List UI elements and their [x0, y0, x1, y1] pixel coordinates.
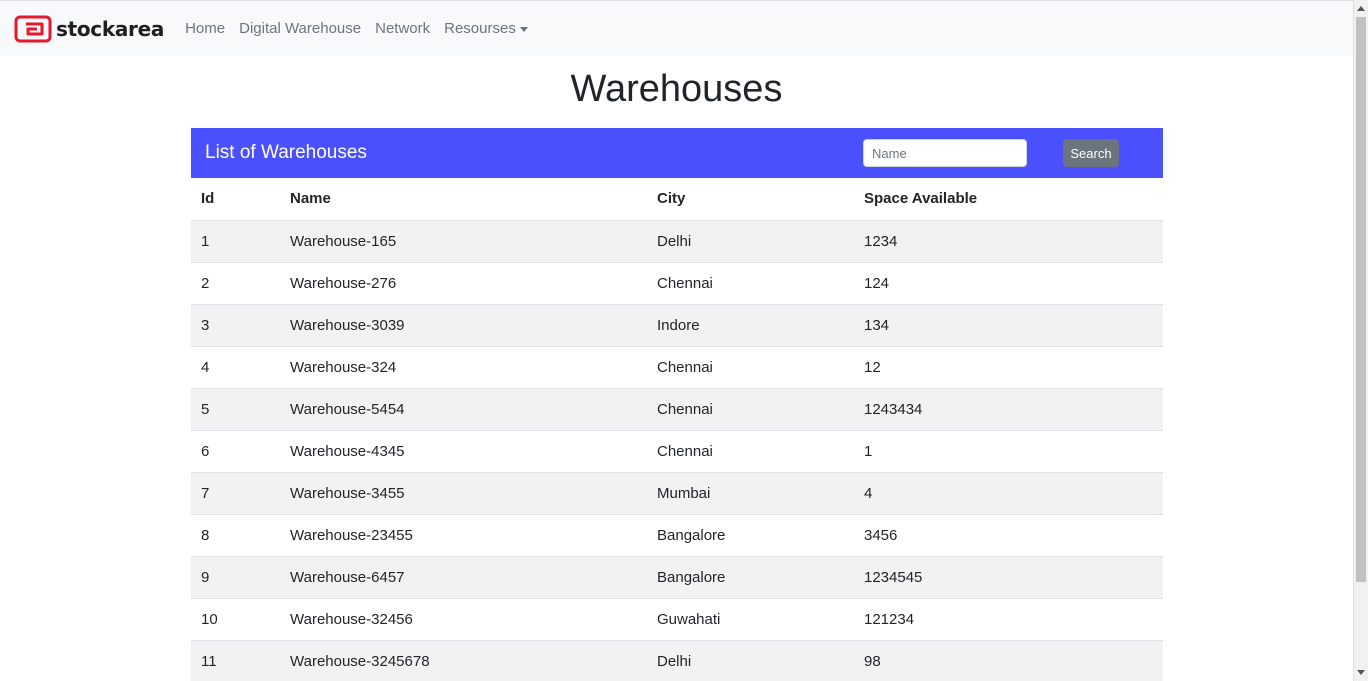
scroll-up-arrow-icon[interactable] — [1357, 6, 1365, 11]
table-row: 8 Warehouse-23455 Bangalore 3456 — [191, 513, 1163, 556]
cell-id: 8 — [191, 513, 280, 556]
cell-id: 2 — [191, 261, 280, 304]
table-body: 1 Warehouse-165 Delhi 1234 2 Warehouse-276 Che… — [191, 219, 1163, 681]
nav-resources-label: Resourses — [444, 20, 516, 37]
table-row: 9 Warehouse-6457 Bangalore 1234545 — [191, 555, 1163, 598]
cell-id: 10 — [191, 597, 280, 640]
card-header: List of Warehouses Search — [191, 128, 1163, 178]
cell-name: Warehouse-276 — [280, 261, 647, 304]
cell-id: 4 — [191, 345, 280, 388]
cell-space: 4 — [854, 471, 1163, 514]
cell-name: Warehouse-5454 — [280, 387, 647, 430]
cell-space: 98 — [854, 639, 1163, 681]
cell-city: Delhi — [647, 639, 854, 681]
table-row: 5 Warehouse-5454 Chennai 1243434 — [191, 387, 1163, 430]
brand-name: stockarea — [56, 16, 165, 41]
cell-id: 7 — [191, 471, 280, 514]
card-title: List of Warehouses — [205, 142, 367, 163]
cell-id: 3 — [191, 303, 280, 346]
cell-space: 121234 — [854, 597, 1163, 640]
page-title: Warehouses — [570, 68, 783, 110]
nav-digital-warehouse-link[interactable]: Digital Warehouse — [232, 20, 368, 37]
nav-home-link[interactable]: Home — [178, 20, 232, 37]
cell-id: 5 — [191, 387, 280, 430]
search-button[interactable]: Search — [1063, 139, 1119, 167]
cell-city: Mumbai — [647, 471, 854, 514]
cell-city: Chennai — [647, 261, 854, 304]
cell-name: Warehouse-23455 — [280, 513, 647, 556]
search-name-input[interactable] — [863, 139, 1027, 167]
cell-space: 134 — [854, 303, 1163, 346]
cell-city: Chennai — [647, 429, 854, 472]
nav-resources-dropdown[interactable]: Resourses — [437, 20, 535, 37]
table-row: 4 Warehouse-324 Chennai 12 — [191, 345, 1163, 388]
cell-name: Warehouse-6457 — [280, 555, 647, 598]
cell-city: Bangalore — [647, 555, 854, 598]
stockarea-logo-icon — [14, 15, 52, 42]
nav-links: Home Digital Warehouse Network Resourses — [178, 20, 535, 37]
brand-link[interactable]: stockarea — [14, 14, 164, 44]
cell-space: 12 — [854, 345, 1163, 388]
table-header-row: Id Name City Space Available — [191, 178, 1163, 220]
top-navbar: stockarea Home Digital Warehouse Network… — [0, 0, 1353, 56]
cell-id: 1 — [191, 219, 280, 262]
column-header-name: Name — [290, 190, 331, 208]
scroll-down-arrow-icon[interactable] — [1357, 670, 1365, 675]
table-row: 6 Warehouse-4345 Chennai 1 — [191, 429, 1163, 472]
cell-city: Delhi — [647, 219, 854, 262]
cell-space: 1 — [854, 429, 1163, 472]
cell-space: 1243434 — [854, 387, 1163, 430]
column-header-space: Space Available — [864, 190, 978, 208]
scrollbar-thumb[interactable] — [1356, 17, 1366, 582]
cell-name: Warehouse-165 — [280, 219, 647, 262]
table-row: 11 Warehouse-3245678 Delhi 98 — [191, 639, 1163, 681]
warehouse-card: List of Warehouses Search Id Name City S… — [191, 128, 1163, 681]
table-row: 2 Warehouse-276 Chennai 124 — [191, 261, 1163, 304]
cell-name: Warehouse-3455 — [280, 471, 647, 514]
cell-space: 124 — [854, 261, 1163, 304]
table-row: 10 Warehouse-32456 Guwahati 121234 — [191, 597, 1163, 640]
cell-space: 1234545 — [854, 555, 1163, 598]
cell-city: Chennai — [647, 345, 854, 388]
cell-city: Chennai — [647, 387, 854, 430]
cell-name: Warehouse-324 — [280, 345, 647, 388]
caret-down-icon — [519, 27, 528, 32]
cell-id: 6 — [191, 429, 280, 472]
cell-name: Warehouse-4345 — [280, 429, 647, 472]
cell-city: Bangalore — [647, 513, 854, 556]
cell-name: Warehouse-32456 — [280, 597, 647, 640]
warehouse-table: Id Name City Space Available 1 Warehouse-… — [191, 178, 1163, 681]
cell-id: 9 — [191, 555, 280, 598]
cell-id: 11 — [191, 639, 280, 681]
table-row: 1 Warehouse-165 Delhi 1234 — [191, 219, 1163, 262]
cell-city: Indore — [647, 303, 854, 346]
cell-name: Warehouse-3039 — [280, 303, 647, 346]
vertical-scrollbar[interactable] — [1353, 0, 1368, 681]
cell-name: Warehouse-3245678 — [280, 639, 647, 681]
column-header-id: Id — [201, 190, 215, 208]
cell-city: Guwahati — [647, 597, 854, 640]
cell-space: 3456 — [854, 513, 1163, 556]
cell-space: 1234 — [854, 219, 1163, 262]
column-header-city: City — [657, 190, 686, 208]
nav-network-link[interactable]: Network — [368, 20, 437, 37]
table-row: 3 Warehouse-3039 Indore 134 — [191, 303, 1163, 346]
table-row: 7 Warehouse-3455 Mumbai 4 — [191, 471, 1163, 514]
